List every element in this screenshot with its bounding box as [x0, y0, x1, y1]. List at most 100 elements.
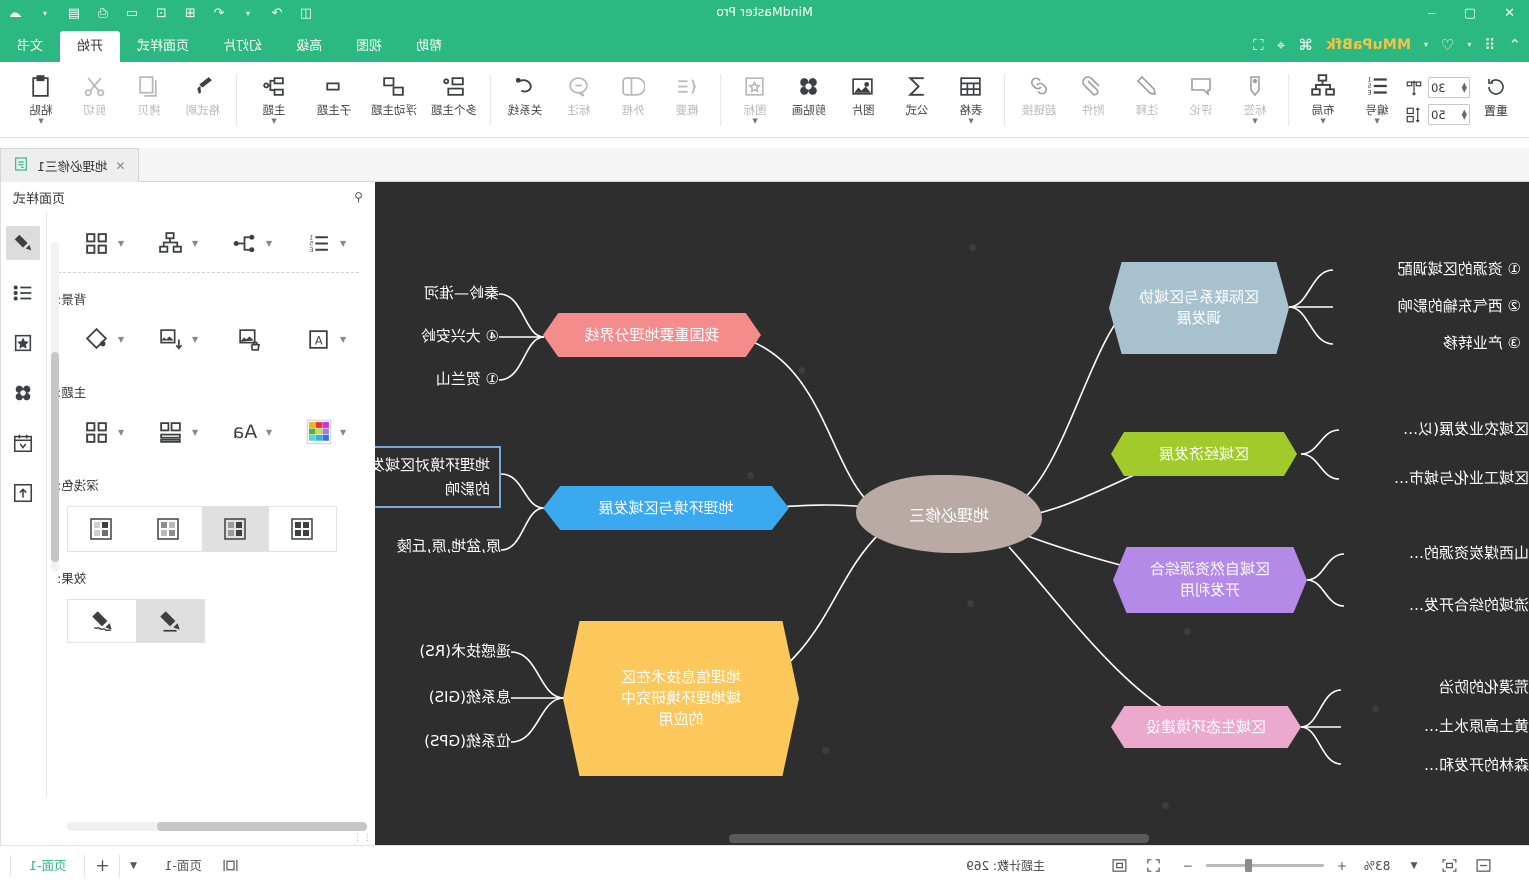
table-button[interactable]: 表格 ▼	[944, 62, 998, 134]
leaf-node[interactable]: ④ 大兴安岭	[421, 323, 499, 350]
boundary-button[interactable]: 外框	[606, 62, 660, 134]
leaf-node[interactable]: 秦岭—淮河	[424, 280, 499, 307]
screen-icon[interactable]: ⊡	[151, 5, 171, 23]
summary-button[interactable]: 概要	[660, 62, 714, 134]
shape-style-button[interactable]: ▼	[139, 415, 213, 449]
leaf-node[interactable]: ① 贺兰山	[436, 366, 499, 393]
leaf-node[interactable]: 区域工业化与城市…	[1394, 465, 1529, 492]
undo-icon[interactable]: ↶	[209, 5, 229, 23]
floating-topic-button[interactable]: 浮动主题	[364, 62, 424, 134]
relationship-button[interactable]: 关系线	[498, 62, 552, 134]
theme-set-button[interactable]: ▼	[65, 415, 139, 449]
vertical-spacing-stepper[interactable]: ▲ ▼ 50	[1428, 104, 1470, 125]
chevron-down-icon[interactable]: ▾	[35, 5, 55, 23]
chevron-down-icon[interactable]: ▼	[118, 239, 124, 248]
fullscreen-icon[interactable]: ⛶	[1253, 36, 1264, 54]
watermark-text-button[interactable]: ▼ A	[287, 322, 361, 356]
leaf-node[interactable]: ① 资源的区域调配	[1398, 256, 1521, 283]
zoom-slider-track[interactable]	[1206, 859, 1324, 872]
paste-button[interactable]: 粘贴 ▼	[14, 62, 68, 134]
chevron-down-icon[interactable]: ▼	[266, 239, 272, 248]
copy-button[interactable]: 拷贝	[122, 62, 176, 134]
cloud-sync-icon[interactable]: ☁	[6, 5, 26, 23]
font-style-button[interactable]: ▼ Aa	[213, 415, 287, 449]
leaf-node[interactable]: 山西煤炭资源的…	[1409, 540, 1529, 567]
subtopic-button[interactable]: 子主题	[304, 62, 364, 134]
shirt-icon[interactable]: ♡	[1441, 36, 1454, 54]
canvas-horizontal-scrollbar[interactable]	[375, 834, 1529, 843]
branch-node-5[interactable]: 区域自然资源综合开发利用	[1113, 547, 1307, 613]
theme-grid-button[interactable]: ▼	[65, 226, 139, 260]
add-page-button[interactable]: +	[85, 856, 119, 876]
close-icon[interactable]: ✕	[115, 159, 125, 173]
branch-style-button[interactable]: ▼	[213, 226, 287, 260]
image-button[interactable]: 图片	[836, 62, 890, 134]
branch-node-2[interactable]: 地理信息技术在区域地理环境研究中的应用	[563, 621, 799, 776]
tone-option-2[interactable]	[135, 507, 202, 551]
cursor-icon[interactable]: ⌖	[1277, 36, 1285, 54]
zoom-slider-knob[interactable]	[1245, 859, 1252, 872]
tab-slide[interactable]: 幻灯片	[206, 31, 279, 62]
split-view-icon[interactable]: ◫	[296, 5, 316, 23]
chevron-down-icon[interactable]: ▼	[340, 239, 346, 248]
leaf-node[interactable]: 遥感技术(RS)	[419, 638, 511, 665]
chevron-down-icon[interactable]: ▼	[192, 239, 198, 248]
clipart-panel-icon[interactable]	[7, 376, 41, 410]
save-icon[interactable]: ▤	[64, 5, 84, 23]
callout-button[interactable]: 标注	[552, 62, 606, 134]
stepper-arrows[interactable]: ▲ ▼	[1462, 81, 1467, 94]
chevron-down-icon[interactable]: ▼	[1252, 117, 1257, 125]
document-tab[interactable]: ✕ 地理必修三1	[0, 148, 139, 182]
chevron-down-icon[interactable]: ▼	[38, 117, 43, 125]
attachment-button[interactable]: 附件	[1066, 62, 1120, 134]
chevron-down-icon[interactable]: ▼	[118, 428, 124, 437]
zoom-in-button[interactable]: +	[1331, 855, 1353, 877]
present-icon[interactable]: ▭	[122, 5, 142, 23]
chevron-down-icon[interactable]: ▼	[192, 428, 198, 437]
chevron-down-icon[interactable]: ▼	[271, 117, 276, 125]
leaf-node[interactable]: 区域农业发展(以…	[1403, 416, 1529, 443]
stepper-arrows[interactable]: ▲ ▼	[1462, 108, 1467, 121]
caret-icon[interactable]: ▾	[1467, 40, 1471, 49]
leaf-node[interactable]: 荒漠化的防治	[1439, 674, 1529, 701]
zoom-dropdown-icon[interactable]: ▼	[1401, 861, 1427, 871]
tab-page-style[interactable]: 页面样式	[120, 31, 206, 62]
sticker-button[interactable]: 图标 ▼	[728, 62, 782, 134]
central-topic[interactable]: 地理必修三	[856, 475, 1042, 553]
sticker-panel-icon[interactable]	[7, 326, 41, 360]
caret2-icon[interactable]: ▾	[1424, 40, 1428, 49]
tab-file[interactable]: 文书	[0, 31, 60, 62]
chevron-down-icon[interactable]: ▼	[752, 117, 757, 125]
outline-list-icon[interactable]	[7, 276, 41, 310]
center-icon[interactable]	[1109, 855, 1131, 877]
chevron-down-icon[interactable]: ▼	[340, 428, 346, 437]
branch-node-1[interactable]: 地理环境与区域发展	[543, 486, 789, 530]
layout-style-button[interactable]: ▼	[139, 226, 213, 260]
comment-button[interactable]: 评论	[1174, 62, 1228, 134]
leaf-node-selected[interactable]: 地理环境对区域发展的影响	[375, 446, 501, 508]
share-icon[interactable]: ⌘	[1298, 36, 1313, 54]
effect-option-hand-drawn[interactable]	[68, 600, 136, 642]
fit-page-icon[interactable]	[1473, 855, 1495, 877]
remove-image-button[interactable]	[213, 322, 287, 356]
formula-button[interactable]: 公式	[890, 62, 944, 134]
leaf-node[interactable]: ② 西气东输的影响	[1398, 293, 1521, 320]
mindmap-canvas[interactable]: 地理必修三 我国重要地理分界线 秦岭—淮河 ④ 大兴安岭 ① 贺兰山 地理环境与…	[375, 182, 1529, 845]
chevron-down-icon[interactable]: ▼	[1320, 117, 1325, 125]
chevron-down-icon[interactable]: ▼	[118, 335, 124, 344]
chevron-down-icon[interactable]: ▼	[968, 117, 973, 125]
style-brush-icon[interactable]	[6, 226, 41, 260]
layout-button[interactable]: 布局 ▼	[1296, 62, 1350, 134]
tone-option-1[interactable]	[68, 507, 135, 551]
leaf-node[interactable]: 原,盆地,原,丘陵	[375, 534, 501, 559]
print-icon[interactable]: ⎙	[93, 5, 113, 23]
horizontal-spacing-stepper[interactable]: ▲ ▼ 30	[1428, 77, 1470, 98]
panel-vertical-scrollbar[interactable]	[51, 242, 59, 572]
tone-option-4[interactable]	[269, 507, 336, 551]
topic-button[interactable]: 主题 ▼	[244, 62, 304, 134]
branch-node-6[interactable]: 区域生态环境建设	[1111, 706, 1301, 748]
tag-button[interactable]: 标签 ▼	[1228, 62, 1282, 134]
panel-horizontal-scrollbar[interactable]	[67, 822, 367, 831]
numbering-button[interactable]: 15E 编号 ▼	[1350, 62, 1404, 134]
tone-option-3[interactable]	[202, 507, 269, 551]
